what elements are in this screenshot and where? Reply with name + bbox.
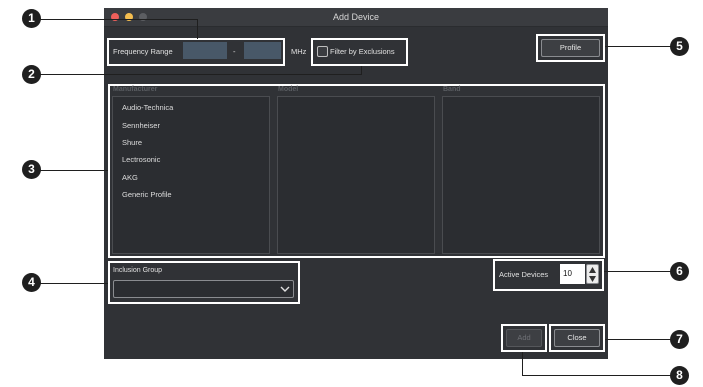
frequency-separator: - xyxy=(233,47,236,56)
window-title: Add Device xyxy=(332,12,380,22)
manufacturer-item[interactable]: Lectrosonic xyxy=(122,155,160,164)
manufacturer-item[interactable]: Audio-Technica xyxy=(122,103,173,112)
decrement-arrow-icon[interactable] xyxy=(589,276,596,282)
manufacturer-item[interactable]: Shure xyxy=(122,138,142,147)
inclusion-group-label: Inclusion Group xyxy=(113,267,163,274)
callout-badge-3: 3 xyxy=(22,160,41,179)
chevron-down-icon xyxy=(280,286,290,292)
callout-6-line xyxy=(604,271,672,272)
callout-2-line-vertical xyxy=(361,66,362,75)
frequency-to-input[interactable] xyxy=(244,42,281,59)
manufacturer-item[interactable]: AKG xyxy=(122,173,138,182)
callout-8-line-vertical xyxy=(522,352,523,376)
active-devices-label: Active Devices xyxy=(499,270,549,279)
close-button[interactable]: Close xyxy=(554,329,600,347)
frequency-from-input[interactable] xyxy=(183,42,227,59)
add-button[interactable]: Add xyxy=(506,329,542,347)
manufacturer-column-header: Manufacturer xyxy=(113,86,158,93)
model-column-header: Model xyxy=(278,86,299,93)
callout-badge-1: 1 xyxy=(22,9,41,28)
filter-exclusions-label: Filter by Exclusions xyxy=(330,47,395,56)
callout-5-line xyxy=(605,46,672,47)
callout-8-line xyxy=(522,375,672,376)
callout-7-line xyxy=(605,339,672,340)
frequency-range-label: Frequency Range xyxy=(113,47,173,56)
callout-badge-4: 4 xyxy=(22,273,41,292)
band-list[interactable] xyxy=(442,96,600,254)
manufacturer-item[interactable]: Generic Profile xyxy=(122,190,172,199)
active-devices-input[interactable]: 10 xyxy=(560,264,585,284)
filter-exclusions-checkbox[interactable] xyxy=(317,46,328,57)
callout-badge-2: 2 xyxy=(22,65,41,84)
inclusion-group-select[interactable] xyxy=(113,280,294,298)
callout-1-line-vertical xyxy=(197,19,198,39)
callout-4-line xyxy=(33,283,108,284)
manufacturer-item[interactable]: Sennheiser xyxy=(122,121,160,130)
callout-badge-8: 8 xyxy=(670,366,689,385)
callout-3-line xyxy=(33,170,108,171)
callout-badge-5: 5 xyxy=(670,37,689,56)
callout-2-line xyxy=(33,74,362,75)
callout-badge-7: 7 xyxy=(670,330,689,349)
increment-arrow-icon[interactable] xyxy=(589,267,596,273)
callout-badge-6: 6 xyxy=(670,262,689,281)
profile-button[interactable]: Profile xyxy=(541,39,600,57)
frequency-unit-label: MHz xyxy=(291,47,307,56)
active-devices-stepper[interactable] xyxy=(586,264,599,284)
model-list[interactable] xyxy=(277,96,435,254)
callout-1-line xyxy=(33,19,198,20)
band-column-header: Band xyxy=(443,86,461,93)
